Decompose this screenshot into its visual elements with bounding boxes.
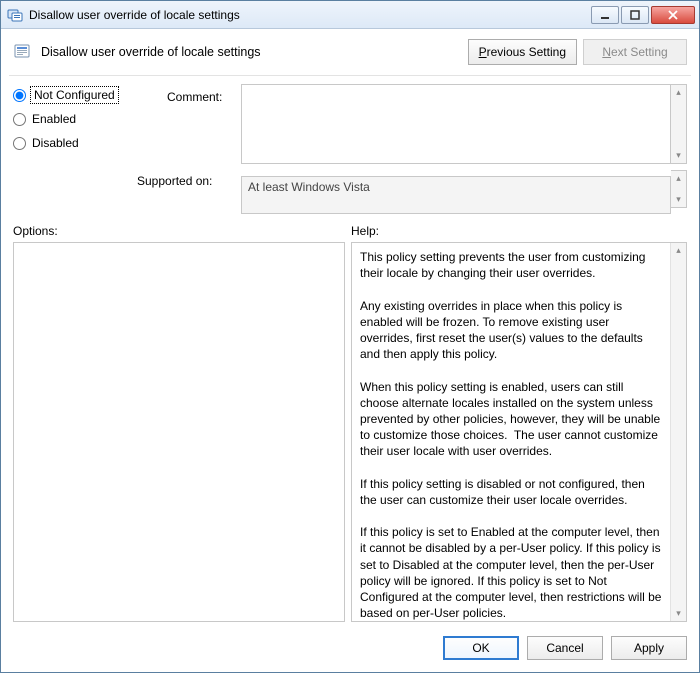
window-title: Disallow user override of locale setting… xyxy=(29,8,591,22)
header-row: Disallow user override of locale setting… xyxy=(1,29,699,73)
cancel-button[interactable]: Cancel xyxy=(527,636,603,660)
radio-disabled-label: Disabled xyxy=(32,136,79,150)
config-area: Not Configured Enabled Disabled Comment:… xyxy=(1,82,699,218)
supported-on-value: At least Windows Vista xyxy=(241,176,671,214)
options-label: Options: xyxy=(13,224,351,238)
scroll-up-icon[interactable]: ▴ xyxy=(671,87,686,98)
ok-button[interactable]: OK xyxy=(443,636,519,660)
previous-setting-button[interactable]: Previous Setting xyxy=(468,39,577,65)
policy-icon xyxy=(13,42,33,62)
help-scroll[interactable]: ▴ ▾ xyxy=(670,243,686,621)
maximize-button[interactable] xyxy=(621,6,649,24)
minimize-button[interactable] xyxy=(591,6,619,24)
footer: OK Cancel Apply xyxy=(1,626,699,672)
apply-button[interactable]: Apply xyxy=(611,636,687,660)
window-controls xyxy=(591,6,695,24)
radio-not-configured-input[interactable] xyxy=(13,89,26,102)
setting-title: Disallow user override of locale setting… xyxy=(41,45,462,59)
comment-input[interactable] xyxy=(241,84,671,164)
gpo-editor-window: Disallow user override of locale setting… xyxy=(0,0,700,673)
close-button[interactable] xyxy=(651,6,695,24)
comment-label: Comment: xyxy=(167,84,237,164)
scroll-up-icon[interactable]: ▴ xyxy=(671,245,686,256)
radio-disabled-input[interactable] xyxy=(13,137,26,150)
separator xyxy=(9,75,691,76)
radio-disabled[interactable]: Disabled xyxy=(13,136,163,150)
scroll-up-icon: ▴ xyxy=(671,173,686,184)
supported-on-label: Supported on: xyxy=(137,164,237,214)
radio-enabled[interactable]: Enabled xyxy=(13,112,163,126)
supported-scroll: ▴ ▾ xyxy=(671,170,687,208)
radio-not-configured[interactable]: Not Configured xyxy=(13,88,163,102)
next-setting-button: Next Setting xyxy=(583,39,687,65)
options-pane xyxy=(13,242,345,622)
panes: This policy setting prevents the user fr… xyxy=(1,242,699,626)
help-pane: This policy setting prevents the user fr… xyxy=(351,242,687,622)
scroll-down-icon[interactable]: ▾ xyxy=(671,150,686,161)
help-text[interactable]: This policy setting prevents the user fr… xyxy=(352,243,670,621)
radio-enabled-input[interactable] xyxy=(13,113,26,126)
help-label: Help: xyxy=(351,224,379,238)
radio-not-configured-label: Not Configured xyxy=(32,88,117,102)
comment-scroll[interactable]: ▴ ▾ xyxy=(671,84,687,164)
titlebar[interactable]: Disallow user override of locale setting… xyxy=(1,1,699,29)
pane-labels: Options: Help: xyxy=(1,218,699,242)
scroll-down-icon[interactable]: ▾ xyxy=(671,608,686,619)
scroll-down-icon: ▾ xyxy=(671,194,686,205)
radio-enabled-label: Enabled xyxy=(32,112,76,126)
app-icon xyxy=(7,7,23,23)
